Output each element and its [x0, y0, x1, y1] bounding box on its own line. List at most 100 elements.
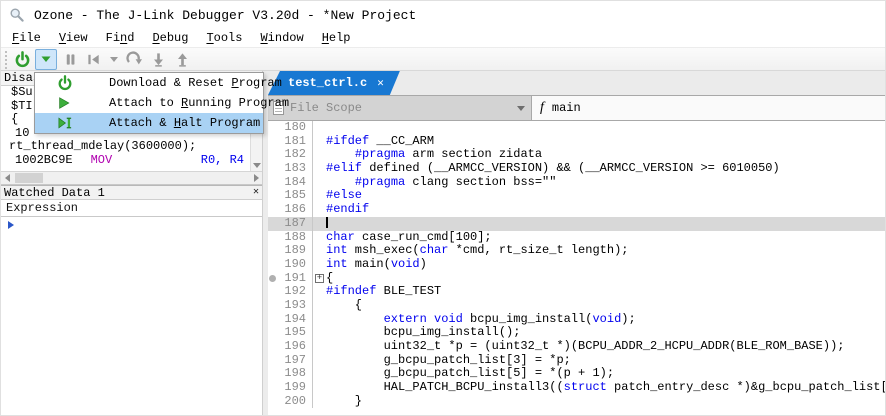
scroll-right-icon[interactable] [250, 172, 262, 184]
breakpoint-margin[interactable] [268, 135, 276, 149]
reset-dropdown-button[interactable] [107, 49, 121, 70]
close-icon[interactable]: ✕ [253, 188, 259, 198]
breakpoint-margin[interactable] [268, 299, 276, 313]
fold-margin [312, 203, 324, 217]
code-line[interactable]: 180 [268, 121, 885, 135]
code-line[interactable]: 199 HAL_PATCH_BCPU_install3((struct patc… [268, 381, 885, 395]
code-line[interactable]: 192#ifndef BLE_TEST [268, 285, 885, 299]
breakpoint-margin[interactable] [268, 189, 276, 203]
breakpoint-margin[interactable] [268, 381, 276, 395]
code-line[interactable]: 183#elif defined (__ARMCC_VERSION) && (_… [268, 162, 885, 176]
breakpoint-bullet[interactable] [268, 272, 276, 286]
code-editor[interactable]: 180181#ifdef __CC_ARM182 #pragma arm sec… [268, 121, 885, 415]
code-line[interactable]: 182 #pragma arm section zidata [268, 148, 885, 162]
power-icon [14, 51, 31, 68]
menu-view[interactable]: View [50, 29, 97, 47]
code-line[interactable]: 188char case_run_cmd[100]; [268, 231, 885, 245]
pause-button[interactable] [59, 49, 81, 70]
fold-margin [312, 326, 324, 340]
toolbar-grip[interactable] [3, 49, 9, 69]
scroll-left-icon[interactable] [1, 172, 13, 184]
menu-item-attach-to-running-program[interactable]: Attach to Running Program [35, 93, 263, 113]
code-line[interactable]: 186#endif [268, 203, 885, 217]
line-number: 194 [276, 313, 312, 327]
tab-test-ctrl-c[interactable]: test_ctrl.c ✕ [268, 71, 400, 95]
breakpoint-margin[interactable] [268, 244, 276, 258]
line-number: 200 [276, 395, 312, 409]
menu-debug[interactable]: Debug [143, 29, 197, 47]
breakpoint-margin[interactable] [268, 231, 276, 245]
code-line[interactable]: 197 g_bcpu_patch_list[3] = *p; [268, 354, 885, 368]
menu-item-label: Download & Reset Program [109, 76, 282, 90]
fold-toggle-icon[interactable]: + [315, 274, 324, 283]
fold-margin [312, 121, 324, 135]
fold-margin [312, 231, 324, 245]
menu-item-download-reset-program[interactable]: Download & Reset Program [35, 73, 263, 93]
code-line[interactable]: 194 extern void bcpu_img_install(void); [268, 313, 885, 327]
title-bar: Ozone - The J-Link Debugger V3.20d - *Ne… [1, 1, 885, 29]
debug-options-dropdown-button[interactable] [35, 49, 57, 70]
watched-data-title: Watched Data 1 [4, 186, 105, 200]
code-line[interactable]: 193 { [268, 299, 885, 313]
reset-button[interactable] [83, 49, 105, 70]
code-line[interactable]: 190int main(void) [268, 258, 885, 272]
step-out-button[interactable] [171, 49, 193, 70]
code-line[interactable]: 198 g_bcpu_patch_list[5] = *(p + 1); [268, 367, 885, 381]
menu-file[interactable]: File [3, 29, 50, 47]
breakpoint-margin[interactable] [268, 354, 276, 368]
function-selector[interactable]: f main [532, 96, 885, 120]
code-text: uint32_t *p = (uint32_t *)(BCPU_ADDR_2_H… [324, 340, 885, 354]
step-over-icon [126, 51, 143, 67]
code-text [324, 217, 885, 231]
scrollbar-thumb[interactable] [15, 173, 43, 183]
expand-arrow-icon[interactable] [8, 221, 14, 229]
breakpoint-margin[interactable] [268, 285, 276, 299]
menu-find[interactable]: Find [97, 29, 144, 47]
code-line[interactable]: 195 bcpu_img_install(); [268, 326, 885, 340]
code-line[interactable]: 185#else [268, 189, 885, 203]
breakpoint-margin[interactable] [268, 326, 276, 340]
fold-margin[interactable]: + [312, 272, 324, 286]
code-line[interactable]: 187 [268, 217, 885, 231]
menu-help[interactable]: Help [313, 29, 360, 47]
breakpoint-margin[interactable] [268, 203, 276, 217]
breakpoint-margin[interactable] [268, 148, 276, 162]
ozone-debugger-window: Ozone - The J-Link Debugger V3.20d - *Ne… [0, 0, 886, 416]
step-over-button[interactable] [123, 49, 145, 70]
watched-expression-row[interactable] [1, 217, 262, 232]
line-number: 180 [276, 121, 312, 135]
code-line[interactable]: 191+{ [268, 272, 885, 286]
code-text: #elif defined (__ARMCC_VERSION) && (__AR… [324, 162, 885, 176]
code-line[interactable]: 189int msh_exec(char *cmd, rt_size_t len… [268, 244, 885, 258]
code-line[interactable]: 184 #pragma clang section bss="" [268, 176, 885, 190]
menu-window[interactable]: Window [251, 29, 312, 47]
breakpoint-margin[interactable] [268, 395, 276, 409]
file-scope-dropdown[interactable]: File Scope [268, 96, 532, 120]
power-debug-button[interactable] [11, 49, 33, 70]
menu-tools[interactable]: Tools [197, 29, 251, 47]
expression-column-header[interactable]: Expression [1, 200, 262, 217]
disassembly-horizontal-scrollbar[interactable] [1, 171, 262, 185]
menu-item-attach-halt-program[interactable]: Attach & Halt Program [35, 113, 263, 133]
breakpoint-margin[interactable] [268, 340, 276, 354]
tab-close-icon[interactable]: ✕ [377, 76, 384, 90]
breakpoint-margin[interactable] [268, 367, 276, 381]
instruction-operands: R0, R4 [201, 154, 244, 168]
breakpoint-margin[interactable] [268, 217, 276, 231]
breakpoint-margin[interactable] [268, 258, 276, 272]
fold-margin [312, 367, 324, 381]
scroll-down-icon[interactable] [253, 163, 261, 168]
code-text: { [324, 299, 885, 313]
code-line[interactable]: 181#ifdef __CC_ARM [268, 135, 885, 149]
window-title: Ozone - The J-Link Debugger V3.20d - *Ne… [34, 8, 416, 23]
step-into-button[interactable] [147, 49, 169, 70]
breakpoint-margin[interactable] [268, 162, 276, 176]
fold-margin [312, 189, 324, 203]
power-icon [57, 75, 81, 91]
watched-data-empty-area [1, 232, 262, 415]
breakpoint-margin[interactable] [268, 121, 276, 135]
code-line[interactable]: 196 uint32_t *p = (uint32_t *)(BCPU_ADDR… [268, 340, 885, 354]
breakpoint-margin[interactable] [268, 176, 276, 190]
breakpoint-margin[interactable] [268, 313, 276, 327]
code-line[interactable]: 200 } [268, 395, 885, 409]
